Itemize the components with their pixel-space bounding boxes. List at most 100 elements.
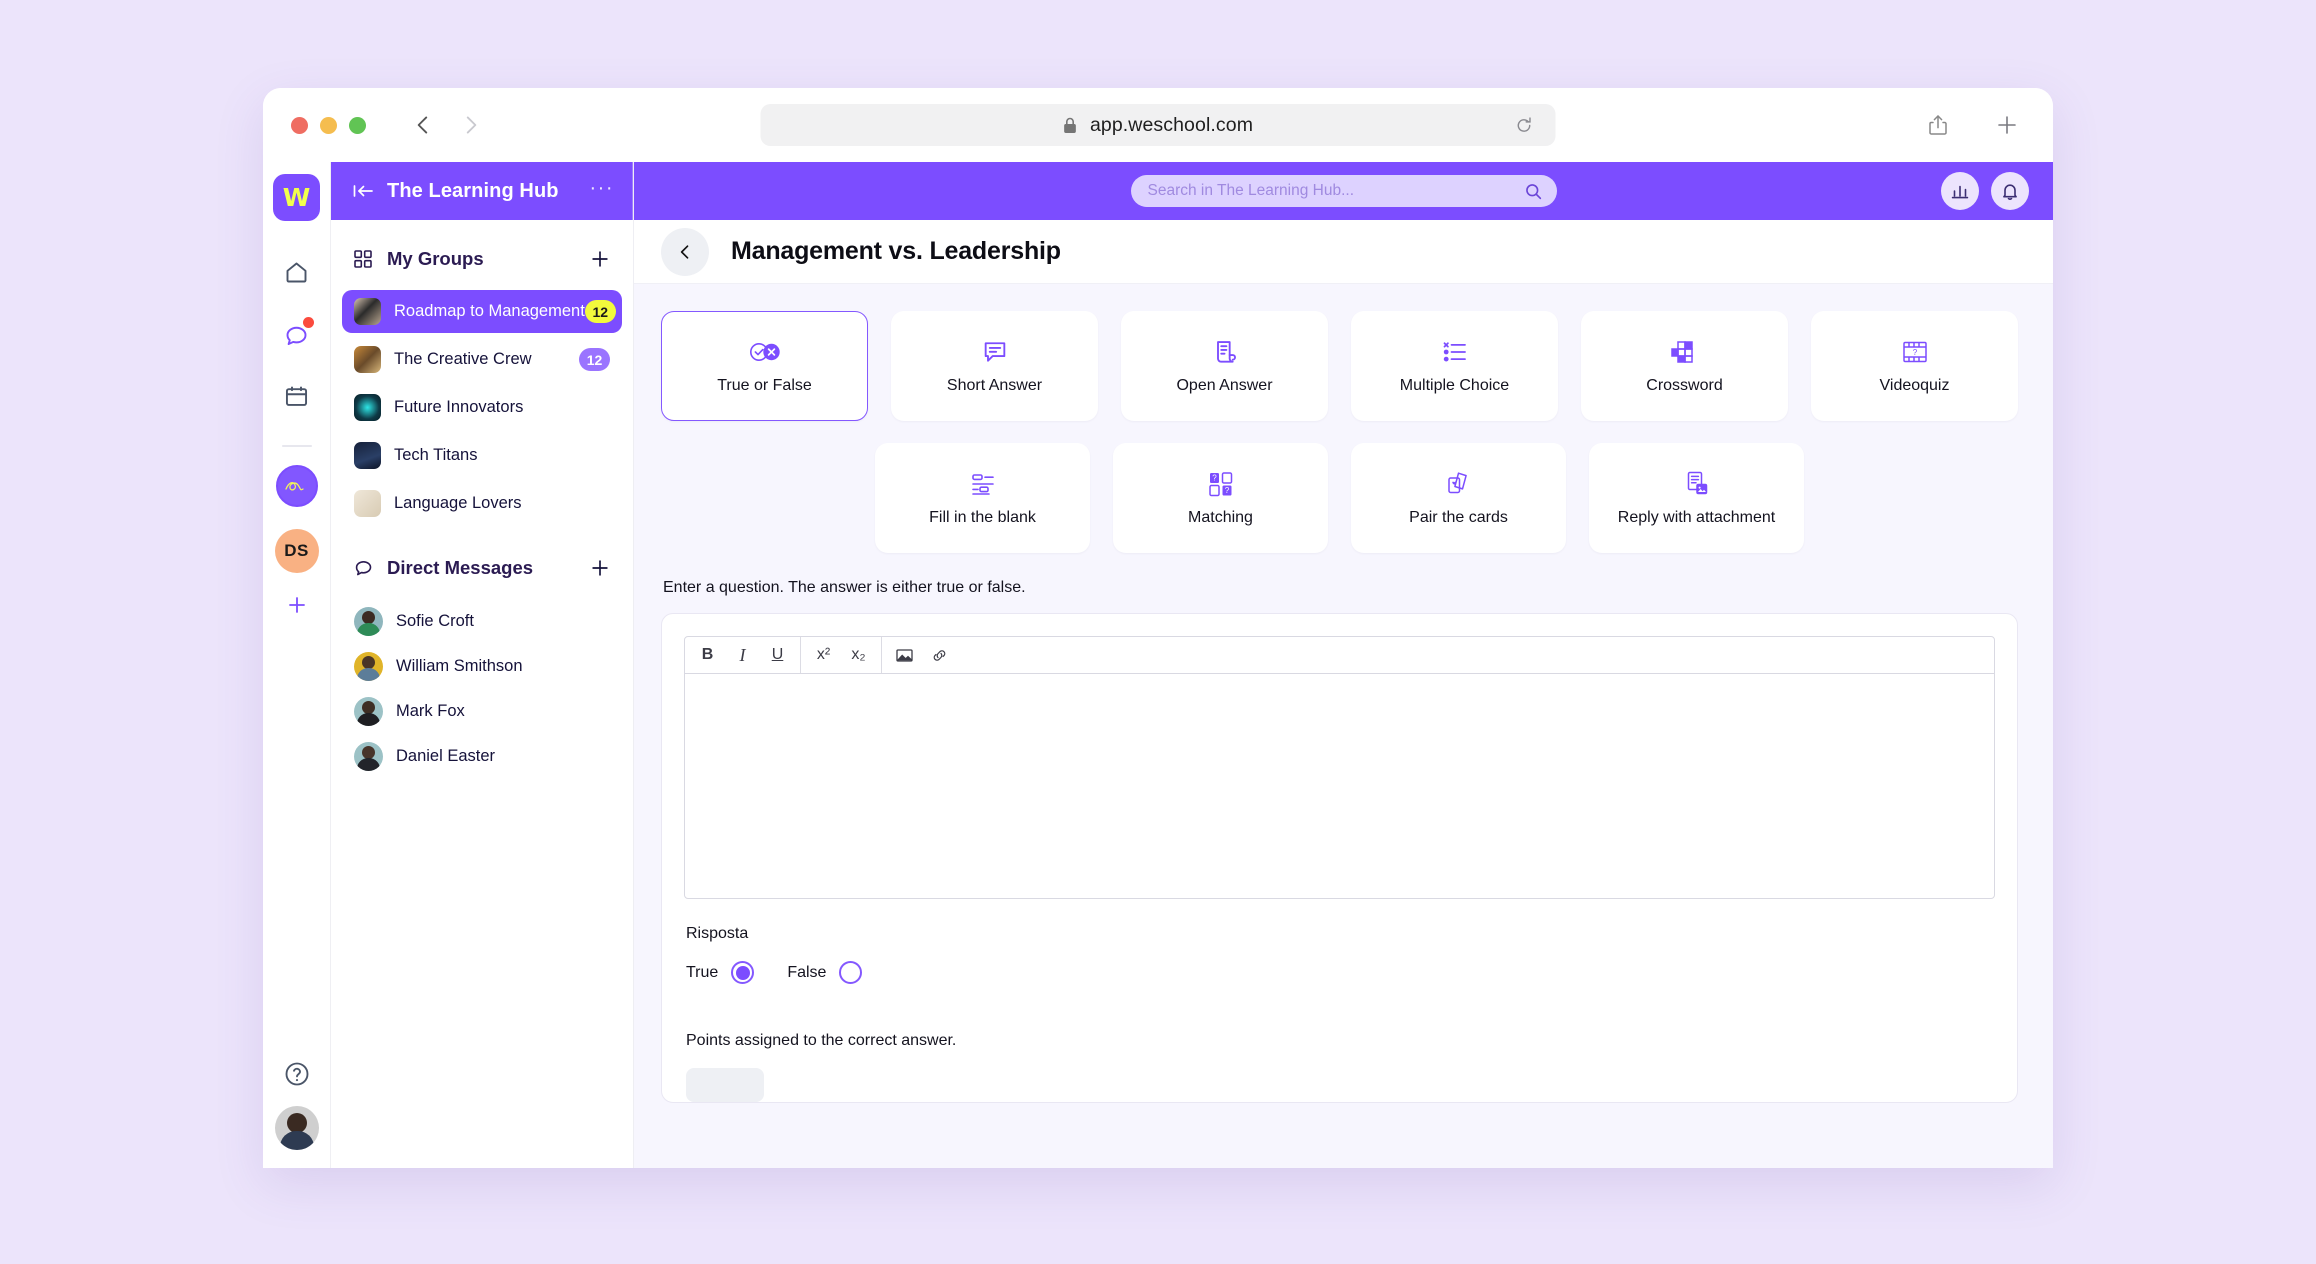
browser-forward-button[interactable]	[458, 112, 484, 138]
answer-option-false[interactable]: False	[787, 961, 863, 984]
answer-option-true[interactable]: True	[686, 961, 755, 984]
sidebar-group-the-creative-crew[interactable]: The Creative Crew 12	[342, 338, 622, 381]
sidebar-column: The Learning Hub ··· My Groups Roadmap t…	[331, 162, 634, 1168]
dm-name: Sofie Croft	[396, 612, 474, 630]
sidebar-group-tech-titans[interactable]: Tech Titans	[342, 434, 622, 477]
main-column: Search in The Learning Hub... Management…	[634, 162, 2053, 1168]
dm-sofie-croft[interactable]: Sofie Croft	[342, 599, 622, 644]
question-type-label: Multiple Choice	[1399, 377, 1510, 395]
maximize-window-button[interactable]	[349, 116, 366, 134]
question-hint: Enter a question. The answer is either t…	[663, 579, 1026, 596]
insert-image-button[interactable]	[887, 637, 922, 673]
avatar-body	[279, 1131, 314, 1150]
share-icon[interactable]	[1927, 113, 1949, 137]
dm-name: Daniel Easter	[396, 747, 496, 765]
group-thumbnail	[354, 490, 381, 517]
page-root: app.weschool.com W DS The Learning Hub ·…	[0, 0, 2316, 1264]
grid-icon	[354, 250, 372, 268]
question-type-label: Videoquiz	[1879, 377, 1950, 395]
points-input[interactable]	[686, 1068, 764, 1102]
question-type-reply-with-attachment[interactable]: Reply with attachment	[1589, 443, 1804, 553]
underline-button[interactable]: U	[760, 637, 795, 673]
collapse-sidebar-icon[interactable]	[353, 183, 375, 199]
notifications-button[interactable]	[1991, 172, 2029, 210]
close-window-button[interactable]	[291, 116, 308, 134]
rail-group-roadmap[interactable]	[275, 465, 318, 507]
add-dm-button[interactable]	[589, 557, 611, 580]
bold-button[interactable]: B	[690, 637, 725, 673]
italic-button[interactable]: I	[725, 637, 760, 673]
weschool-logo[interactable]: W	[273, 174, 320, 221]
rail-item-home[interactable]	[274, 249, 320, 295]
question-type-label: Fill in the blank	[929, 509, 1036, 527]
my-groups-header: My Groups	[331, 242, 633, 276]
sidebar-group-future-innovators[interactable]: Future Innovators	[342, 386, 622, 429]
editor-text-area[interactable]	[685, 674, 1994, 898]
search-placeholder: Search in The Learning Hub...	[1147, 182, 1355, 199]
hub-more-button[interactable]: ···	[590, 178, 614, 198]
question-type-label: Matching	[1188, 509, 1253, 527]
question-type-crossword[interactable]: Crossword	[1581, 311, 1788, 421]
question-type-label: Open Answer	[1176, 377, 1273, 395]
pair-cards-icon	[1445, 468, 1473, 500]
question-editor-card: B I U x² x₂ Risposta True False Points a…	[661, 613, 2018, 1103]
question-types-row-1: True or False Short Answer Open Answer M…	[661, 311, 2018, 421]
back-button[interactable]	[661, 227, 709, 276]
browser-chrome: app.weschool.com	[263, 88, 2053, 162]
insert-link-button[interactable]	[922, 637, 957, 673]
sidebar-group-roadmap-to-management[interactable]: Roadmap to Management 12	[342, 290, 622, 333]
question-type-multiple-choice[interactable]: Multiple Choice	[1351, 311, 1558, 421]
answer-section-label: Risposta	[686, 925, 749, 942]
rail-add-button[interactable]	[285, 593, 309, 623]
chat-unread-badge	[302, 317, 314, 328]
question-type-videoquiz[interactable]: ? Videoquiz	[1811, 311, 2018, 421]
direct-messages-title: Direct Messages	[387, 557, 534, 578]
points-label: Points assigned to the correct answer.	[686, 1032, 957, 1049]
page-title: Management vs. Leadership	[731, 237, 1061, 265]
question-type-open-answer[interactable]: Open Answer	[1121, 311, 1328, 421]
profile-avatar[interactable]	[274, 1106, 319, 1150]
editor-toolbar: B I U x² x₂	[685, 637, 1994, 674]
rail-group-ds[interactable]: DS	[274, 529, 319, 573]
minimize-window-button[interactable]	[320, 116, 337, 134]
superscript-button[interactable]: x²	[806, 637, 841, 673]
rail-divider	[281, 445, 312, 447]
link-icon	[933, 649, 946, 661]
question-builder: True or False Short Answer Open Answer M…	[634, 284, 2053, 1103]
search-input[interactable]: Search in The Learning Hub...	[1130, 175, 1557, 207]
answer-option-label: False	[787, 963, 827, 981]
question-type-matching[interactable]: ?? Matching	[1113, 443, 1328, 553]
icon-rail: W DS	[263, 162, 331, 1168]
url-text: app.weschool.com	[1089, 113, 1254, 136]
browser-navigation	[410, 112, 484, 138]
chevron-left-icon	[680, 244, 689, 259]
add-group-button[interactable]	[589, 248, 611, 271]
reload-icon[interactable]	[1515, 116, 1534, 135]
answer-option-label: True	[686, 963, 719, 981]
analytics-button[interactable]	[1941, 172, 1979, 210]
question-type-pair-the-cards[interactable]: Pair the cards	[1351, 443, 1566, 553]
radio-true[interactable]	[731, 961, 755, 984]
chart-icon	[1951, 185, 1969, 199]
group-thumbnail	[354, 298, 381, 325]
question-type-true-or-false[interactable]: True or False	[661, 311, 868, 421]
hub-title: The Learning Hub	[387, 179, 559, 202]
dm-mark-fox[interactable]: Mark Fox	[342, 689, 622, 734]
top-bar-actions	[1941, 172, 2029, 210]
address-bar[interactable]: app.weschool.com	[760, 104, 1556, 146]
svg-text:?: ?	[1212, 474, 1217, 483]
question-type-fill-in-the-blank[interactable]: Fill in the blank	[875, 443, 1090, 553]
help-icon[interactable]	[283, 1060, 311, 1088]
dm-william-smithson[interactable]: William Smithson	[342, 644, 622, 689]
rail-item-chat[interactable]	[274, 311, 320, 357]
browser-back-button[interactable]	[410, 112, 436, 138]
rail-item-calendar[interactable]	[274, 373, 320, 419]
dm-daniel-easter[interactable]: Daniel Easter	[342, 734, 622, 779]
question-type-short-answer[interactable]: Short Answer	[891, 311, 1098, 421]
new-tab-plus-icon[interactable]	[1995, 113, 2019, 137]
group-thumbnail	[354, 442, 381, 469]
radio-false[interactable]	[839, 961, 863, 984]
sidebar-group-language-lovers[interactable]: Language Lovers	[342, 482, 622, 525]
subscript-button[interactable]: x₂	[841, 637, 876, 673]
radio-inner-dot	[735, 965, 750, 980]
